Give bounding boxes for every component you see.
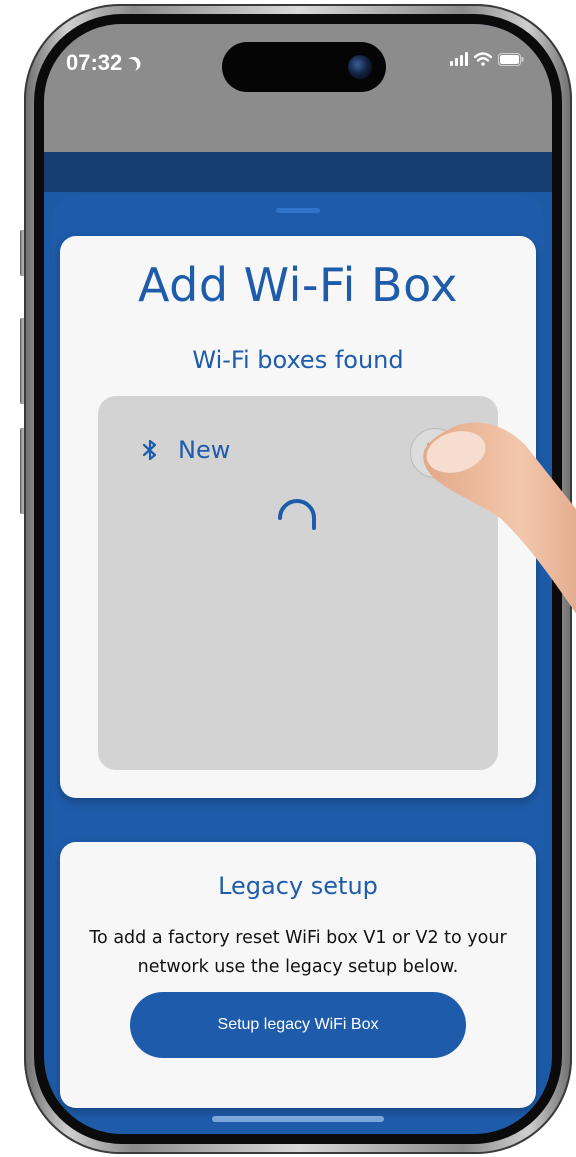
setup-legacy-button[interactable]: Setup legacy WiFi Box <box>130 992 466 1058</box>
section-subtitle: Wi-Fi boxes found <box>192 346 404 374</box>
bluetooth-icon <box>142 438 158 462</box>
signal-icon <box>450 52 468 66</box>
device-list: New <box>98 396 498 770</box>
moon-icon <box>124 54 143 73</box>
status-time-wrap: 07:32 <box>66 50 140 76</box>
sheet-grabber[interactable] <box>276 208 320 213</box>
wifi-icon <box>474 52 492 66</box>
page-title: Add Wi-Fi Box <box>137 258 459 312</box>
wifi-boxes-card: Add Wi-Fi Box Wi-Fi boxes found New <box>60 236 536 798</box>
legacy-description: To add a factory reset WiFi box V1 or V2… <box>89 928 507 977</box>
camera-icon <box>348 55 372 79</box>
status-icons <box>450 52 524 66</box>
device-name: New <box>178 436 231 464</box>
gear-icon <box>423 439 447 467</box>
loading-spinner <box>274 494 320 540</box>
dynamic-island <box>222 42 386 92</box>
device-settings-button[interactable] <box>410 428 460 478</box>
home-indicator <box>212 1116 384 1122</box>
device-item[interactable]: New <box>142 436 230 464</box>
status-bar: 07:32 <box>44 24 552 192</box>
device-mockup: 07:32 Add Wi-Fi Box Wi-Fi boxes found Ne… <box>0 0 576 1157</box>
add-wifi-box-sheet: Add Wi-Fi Box Wi-Fi boxes found New Lega… <box>52 194 544 1134</box>
battery-icon <box>498 52 524 66</box>
legacy-title: Legacy setup <box>218 872 378 900</box>
phone-screen: 07:32 Add Wi-Fi Box Wi-Fi boxes found Ne… <box>44 24 552 1134</box>
status-shade <box>44 152 552 192</box>
legacy-setup-card: Legacy setup To add a factory reset WiFi… <box>60 842 536 1108</box>
status-time: 07:32 <box>66 50 123 75</box>
